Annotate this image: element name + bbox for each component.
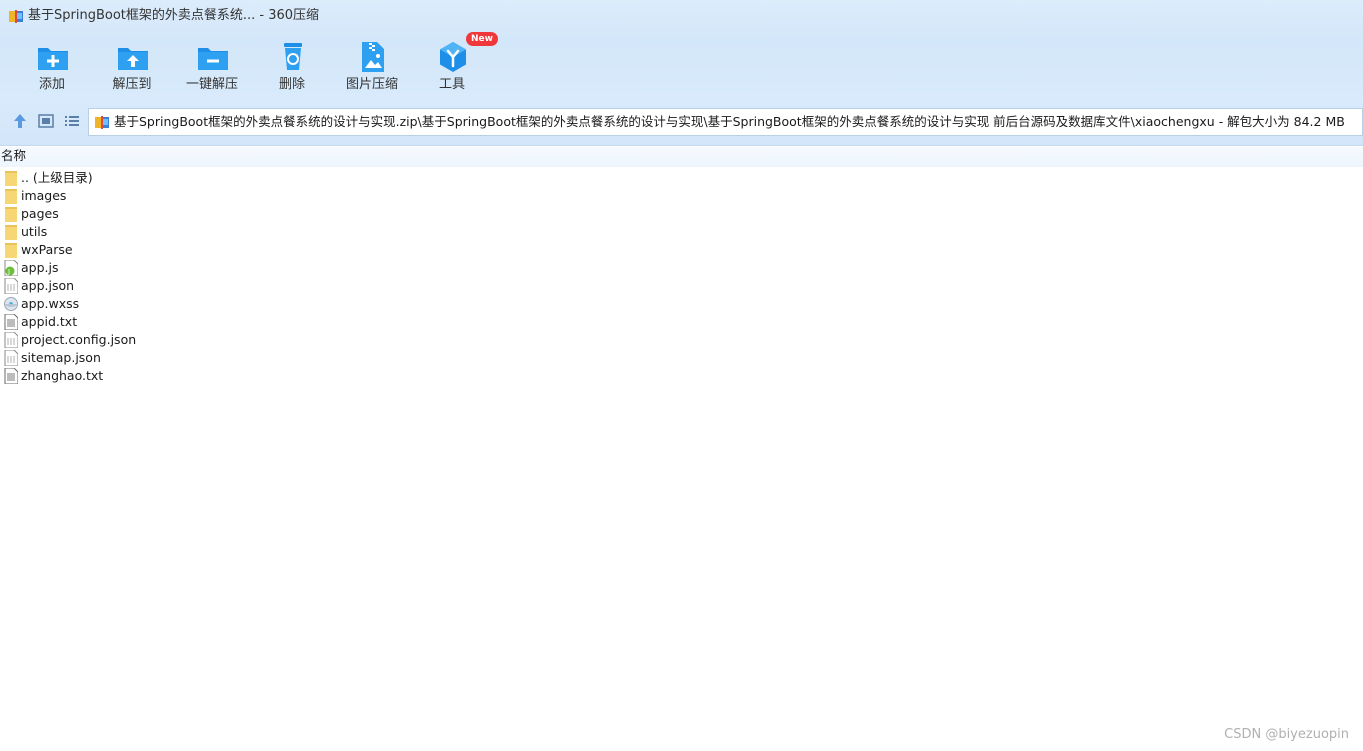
file-name: project.config.json — [21, 332, 137, 347]
path-text: 基于SpringBoot框架的外卖点餐系统的设计与实现.zip\基于Spring… — [114, 114, 1345, 129]
list-item[interactable]: Japp.js — [0, 259, 400, 277]
tools-button[interactable]: New 工具 — [412, 32, 498, 100]
file-name: pages — [21, 206, 59, 221]
list-item[interactable]: sitemap.json — [0, 349, 400, 367]
image-compress-label: 图片压缩 — [345, 77, 398, 92]
extract-to-button[interactable]: 解压到 — [92, 38, 172, 100]
list-item[interactable]: zhanghao.txt — [0, 367, 400, 385]
image-compress-button[interactable]: 图片压缩 — [332, 38, 412, 100]
list-view-icon[interactable] — [63, 112, 81, 130]
folder-icon — [5, 171, 17, 186]
file-name: appid.txt — [21, 314, 78, 329]
file-name: .. (上级目录) — [21, 170, 93, 185]
window-title: 基于SpringBoot框架的外卖点餐系统... - 360压缩 — [28, 8, 320, 23]
file-list: .. (上级目录) images pages utils wxParse Japp.js a… — [0, 169, 400, 385]
image-compress-icon — [362, 42, 384, 72]
file-name: app.js — [21, 260, 59, 275]
archive-path-icon — [95, 116, 109, 129]
tools-cube-icon — [440, 42, 466, 72]
recycle-bin-icon — [284, 43, 302, 70]
wxss-file-icon — [4, 297, 18, 311]
extract-to-label: 解压到 — [112, 77, 152, 92]
path-bar[interactable]: 基于SpringBoot框架的外卖点餐系统的设计与实现.zip\基于Spring… — [88, 108, 1363, 136]
toolbar: 添加 解压到 一键解压 删除 图片压缩 New 工具 — [12, 32, 498, 100]
delete-button[interactable]: 删除 — [252, 38, 332, 100]
new-badge: New — [466, 32, 498, 46]
list-item[interactable]: appid.txt — [0, 313, 400, 331]
file-name: zhanghao.txt — [21, 368, 104, 383]
file-name: sitemap.json — [21, 350, 101, 365]
archive-app-icon — [9, 10, 23, 23]
folder-icon — [5, 243, 17, 258]
extract-to-icon — [118, 48, 148, 70]
txt-file-icon — [4, 368, 18, 384]
svg-text:J: J — [7, 268, 10, 276]
app-window: 基于SpringBoot框架的外卖点餐系统... - 360压缩 添加 解压到 … — [0, 0, 1363, 751]
one-click-extract-label: 一键解压 — [185, 77, 238, 92]
json-file-icon — [4, 350, 18, 366]
add-button[interactable]: 添加 — [12, 38, 92, 100]
add-folder-icon — [38, 48, 68, 70]
thumbnail-view-icon[interactable] — [37, 112, 55, 130]
top-chrome: 基于SpringBoot框架的外卖点餐系统... - 360压缩 添加 解压到 … — [0, 0, 1363, 146]
list-item[interactable]: app.wxss — [0, 295, 400, 313]
list-item[interactable]: wxParse — [0, 241, 400, 259]
title-bar: 基于SpringBoot框架的外卖点餐系统... - 360压缩 — [0, 0, 1363, 32]
file-name: images — [21, 188, 67, 203]
navigation-row: 基于SpringBoot框架的外卖点餐系统的设计与实现.zip\基于Spring… — [0, 106, 1363, 136]
list-item[interactable]: app.json — [0, 277, 400, 295]
add-label: 添加 — [38, 77, 65, 92]
file-name: app.json — [21, 278, 75, 293]
txt-file-icon — [4, 314, 18, 330]
file-name: utils — [21, 224, 48, 239]
one-click-extract-icon — [198, 48, 228, 70]
json-file-icon — [4, 332, 18, 348]
list-item[interactable]: pages — [0, 205, 400, 223]
delete-label: 删除 — [278, 77, 305, 92]
folder-icon — [5, 225, 17, 240]
list-item[interactable]: .. (上级目录) — [0, 169, 400, 187]
one-click-extract-button[interactable]: 一键解压 — [172, 38, 252, 100]
json-file-icon — [4, 278, 18, 294]
up-arrow-icon[interactable] — [11, 112, 29, 130]
column-header-name[interactable]: 名称 — [0, 147, 1363, 167]
file-name: app.wxss — [21, 296, 80, 311]
watermark: CSDN @biyezuopin — [1224, 727, 1349, 742]
tools-label: 工具 — [438, 77, 465, 92]
file-name: wxParse — [21, 242, 73, 257]
js-file-icon: J — [4, 260, 18, 276]
list-item[interactable]: utils — [0, 223, 400, 241]
folder-icon — [5, 189, 17, 204]
list-item[interactable]: project.config.json — [0, 331, 400, 349]
column-header-label: 名称 — [1, 148, 27, 163]
list-item[interactable]: images — [0, 187, 400, 205]
folder-icon — [5, 207, 17, 222]
